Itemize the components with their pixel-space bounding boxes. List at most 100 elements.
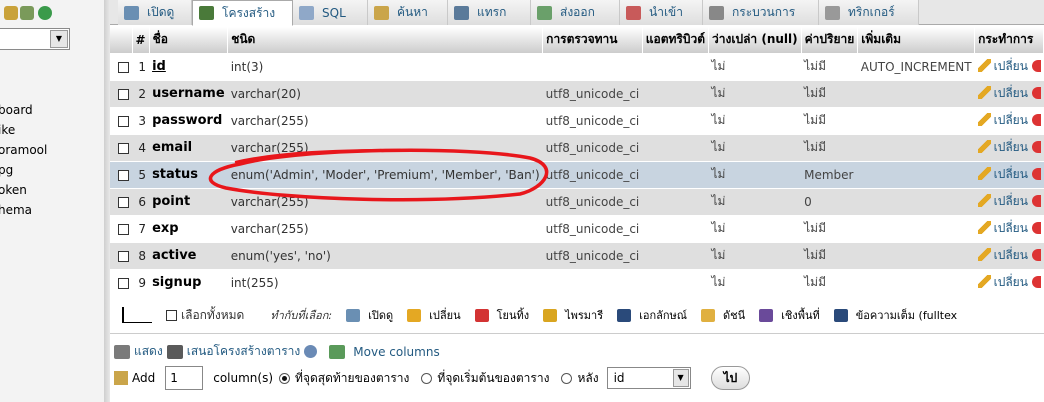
drop-icon[interactable] [1031, 87, 1041, 99]
with-selected-pencil[interactable]: เปลี่ยน [407, 306, 461, 324]
row-checkbox[interactable] [118, 115, 129, 127]
pencil-icon[interactable] [977, 167, 991, 180]
pencil-icon[interactable] [977, 221, 991, 234]
tab-structure[interactable]: โครงสร้าง [192, 0, 293, 26]
row-checkbox[interactable] [118, 196, 129, 208]
after-field-select[interactable]: id ▼ [606, 367, 691, 389]
pencil-icon[interactable] [977, 113, 991, 126]
after-label[interactable]: หลัง [577, 369, 598, 388]
row-checkbox-cell [110, 241, 132, 269]
row-checkbox[interactable] [118, 250, 129, 262]
radio-at-end[interactable] [279, 372, 291, 384]
at-beginning-label[interactable]: ที่จุดเริ่มต้นของตาราง [437, 369, 549, 388]
drop-icon[interactable] [1031, 168, 1041, 180]
row-checkbox[interactable] [118, 142, 129, 154]
sidebar-item-table[interactable]: hema [0, 200, 47, 220]
database-select[interactable]: ▼ [0, 28, 70, 50]
sidebar-item-table[interactable]: oken [0, 180, 47, 200]
sidebar-item-table[interactable]: board [0, 100, 47, 120]
sidebar-item-table[interactable]: oramool [0, 140, 47, 160]
move-columns-link[interactable]: Move columns [353, 345, 439, 359]
field-default: ไม่มี [801, 214, 858, 242]
at-end-label[interactable]: ที่จุดสุดท้ายของตาราง [295, 369, 409, 388]
tab-import[interactable]: นำเข้า [620, 0, 703, 25]
pencil-icon[interactable] [977, 275, 991, 289]
pencil-icon[interactable] [977, 59, 991, 72]
header-default[interactable]: ค่าปริยาย [801, 27, 859, 53]
chevron-down-icon[interactable]: ▼ [50, 30, 68, 48]
header-type[interactable]: ชนิด [227, 27, 544, 53]
with-selected-spatial[interactable]: เชิงพื้นที่ [759, 306, 820, 324]
row-checkbox[interactable] [118, 61, 129, 73]
drop-icon[interactable] [1031, 276, 1041, 289]
tab-sql[interactable]: SQL [293, 0, 368, 25]
header-name[interactable]: ชื่อ [149, 27, 229, 53]
with-selected-index[interactable]: ดัชนี [701, 306, 745, 324]
sidebar-item-table[interactable]: ike [0, 120, 47, 140]
with-selected-drop[interactable]: โยนทิ้ง [474, 306, 529, 324]
field-collation [542, 268, 643, 296]
pencil-icon[interactable] [977, 140, 991, 153]
drop-icon[interactable] [1031, 195, 1041, 207]
tab-browse[interactable]: เปิดดู [118, 0, 192, 25]
go-button[interactable]: ไป [710, 366, 751, 390]
tab-export[interactable]: ส่งออก [531, 0, 620, 25]
change-link[interactable]: เปลี่ยน [994, 140, 1028, 154]
row-checkbox[interactable] [118, 277, 129, 289]
drop-icon[interactable] [1031, 141, 1041, 153]
with-selected-unique[interactable]: เอกลักษณ์ [617, 306, 687, 324]
tab-wrench[interactable]: กระบวนการ [703, 0, 819, 25]
with-selected-fulltext[interactable]: ข้อความเต็ม (fulltex [833, 306, 957, 324]
drop-icon[interactable] [1031, 114, 1041, 126]
change-link[interactable]: เปลี่ยน [994, 275, 1028, 289]
row-checkbox[interactable] [118, 223, 129, 235]
sidebar-item-table[interactable]: pg [0, 160, 47, 180]
header-null[interactable]: ว่างเปล่า (null) [708, 27, 802, 53]
drop-icon[interactable] [1031, 222, 1041, 234]
propose-structure-link[interactable]: เสนอโครงสร้างตาราง [187, 342, 301, 361]
table-row: 9 signup int(255) ไม่ ไม่มี เปลี่ยน [110, 268, 1044, 296]
pencil-icon[interactable] [977, 248, 991, 261]
tab-triggers[interactable]: ทริกเกอร์ [819, 0, 919, 25]
pencil-icon[interactable] [977, 86, 991, 99]
pencil-icon[interactable] [977, 194, 991, 207]
header-collation[interactable]: การตรวจทาน [542, 27, 643, 53]
column-count-input[interactable] [165, 366, 204, 390]
field-extra [857, 106, 975, 134]
change-link[interactable]: เปลี่ยน [994, 194, 1028, 208]
change-link[interactable]: เปลี่ยน [994, 86, 1028, 100]
chevron-down-icon[interactable]: ▼ [672, 369, 689, 387]
change-link[interactable]: เปลี่ยน [994, 248, 1028, 262]
header-attributes[interactable]: แอตทริบิวต์ [642, 27, 710, 53]
tab-insert[interactable]: แทรก [448, 0, 531, 25]
triggers-icon [825, 5, 840, 20]
row-checkbox[interactable] [118, 169, 129, 181]
home-icon[interactable] [4, 6, 18, 20]
field-attributes [642, 214, 709, 242]
change-link[interactable]: เปลี่ยน [994, 167, 1028, 181]
tab-bar: เปิดดู โครงสร้าง SQL ค้นหา แทรก ส่งออก นำเข้า ก… [110, 0, 1044, 26]
radio-after[interactable] [561, 372, 573, 384]
help-icon[interactable] [304, 345, 318, 358]
move-columns-icon[interactable] [329, 344, 346, 359]
with-selected-key[interactable]: ไพรมารี [543, 306, 603, 324]
check-all-checkbox[interactable] [166, 309, 177, 321]
drop-icon[interactable] [1031, 60, 1041, 72]
tab-search[interactable]: ค้นหา [368, 0, 448, 25]
pencil-icon [407, 308, 422, 322]
with-selected-browse[interactable]: เปิดดู [346, 306, 393, 324]
propose-structure-icon[interactable] [166, 344, 183, 359]
print-link[interactable]: แสดง [134, 342, 163, 361]
change-link[interactable]: เปลี่ยน [994, 221, 1028, 235]
print-icon[interactable] [114, 344, 130, 359]
reload-icon[interactable] [38, 6, 52, 20]
row-checkbox[interactable] [118, 88, 129, 100]
docs-icon[interactable] [20, 6, 34, 20]
change-link[interactable]: เปลี่ยน [994, 59, 1028, 73]
drop-icon[interactable] [1031, 249, 1041, 261]
check-all-label[interactable]: เลือกทั้งหมด [181, 306, 244, 325]
change-link[interactable]: เปลี่ยน [994, 113, 1028, 127]
header-extra[interactable]: เพิ่มเติม [857, 27, 976, 53]
radio-at-beginning[interactable] [421, 372, 433, 384]
field-number: 9 [132, 268, 150, 296]
